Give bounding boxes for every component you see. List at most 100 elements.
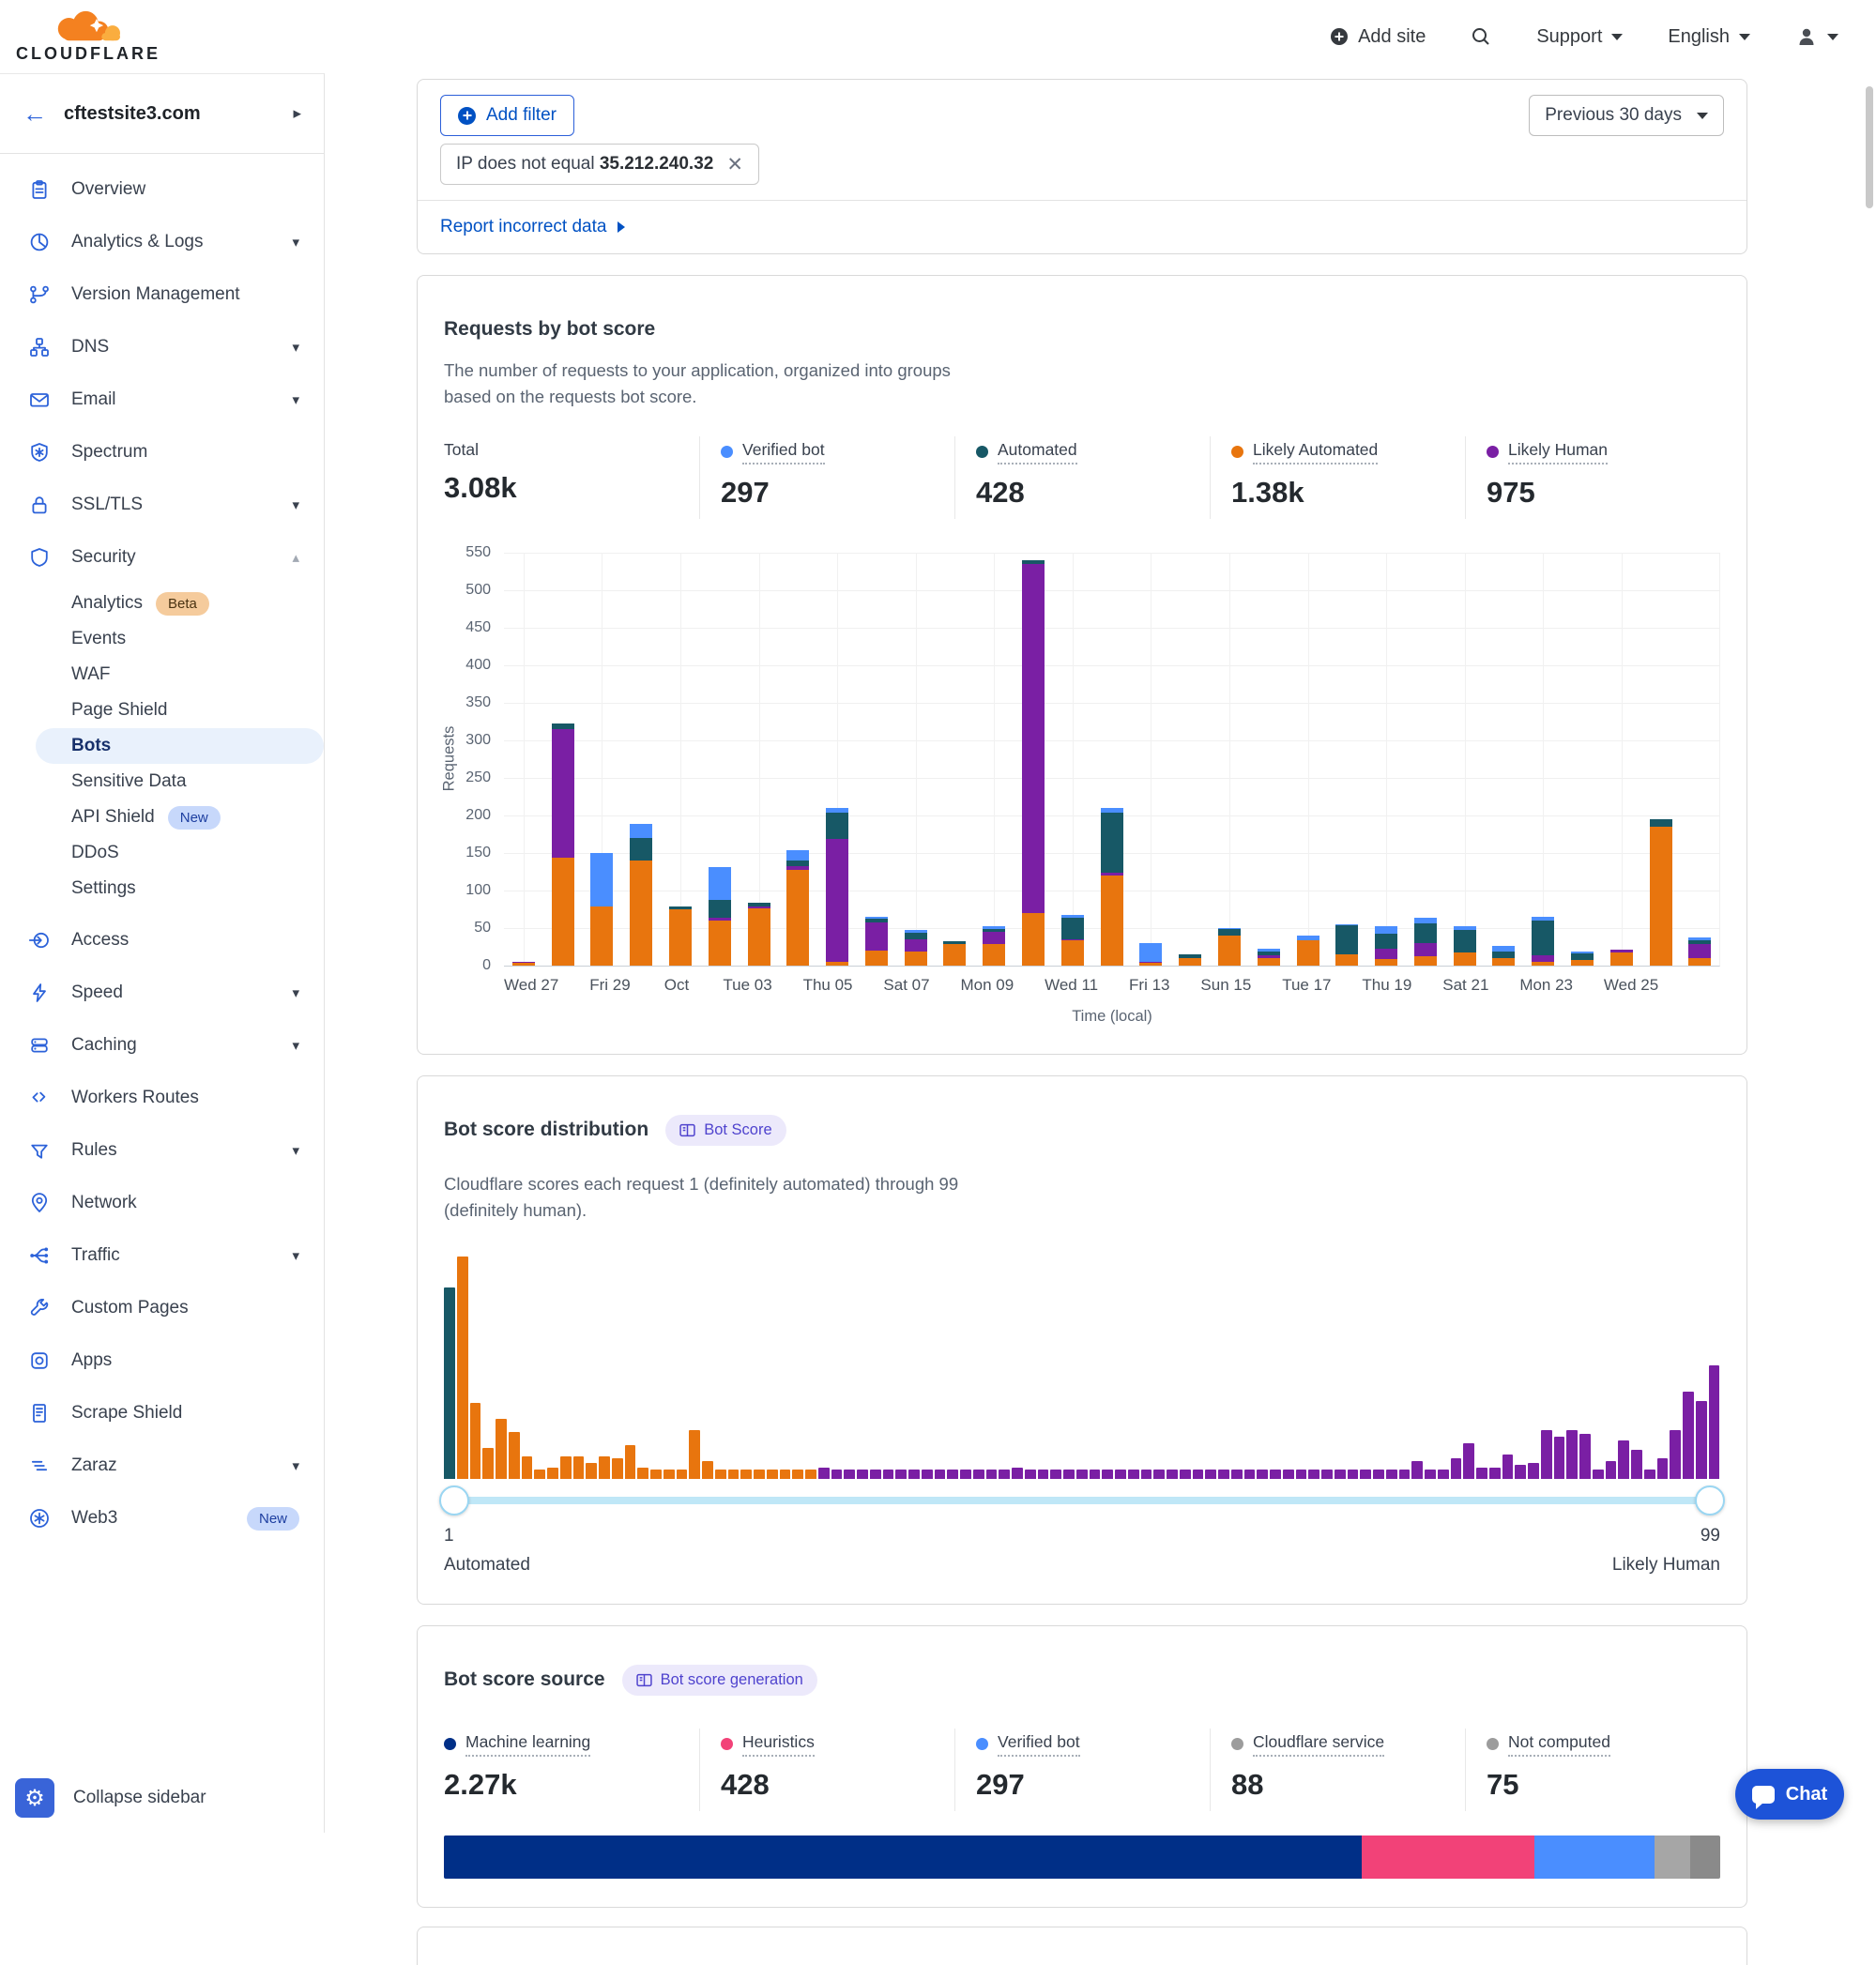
sidebar-item-scrape-shield[interactable]: Scrape Shield [0,1387,324,1439]
report-incorrect-data-link[interactable]: Report incorrect data [440,217,606,237]
remove-filter-icon[interactable]: ✕ [726,155,743,175]
source-segment-machine-learning [444,1836,1362,1879]
source-segment-cloudflare-service [1655,1836,1690,1879]
bar-segment-likely-human [1688,944,1711,958]
search-button[interactable] [1471,26,1491,47]
histogram-bar [1308,1470,1319,1478]
sidebar-item-api-shield[interactable]: API ShieldNew [0,800,324,835]
sidebar-item-label: Web3 [71,1508,226,1529]
language-menu[interactable]: English [1668,26,1750,48]
stat-likely-human: Likely Human975 [1465,436,1720,519]
sidebar-item-events[interactable]: Events [0,621,324,657]
bar-segment-likely-automated [1650,827,1672,966]
x-tick-label: Fri 29 [589,976,630,995]
sidebar-item-label: Scrape Shield [71,1403,299,1424]
plus-circle-icon [458,107,476,125]
bar-segment-likely-human [905,939,927,952]
sidebar-item-caching[interactable]: Caching▾ [0,1019,324,1072]
sidebar-item-traffic[interactable]: Traffic▾ [0,1229,324,1282]
sidebar-item-security[interactable]: Security▴ [0,531,324,584]
chevron-down-icon: ▾ [292,1457,299,1474]
filter-chip[interactable]: IP does not equal 35.212.240.32 ✕ [440,144,759,185]
histogram-bar [1012,1468,1023,1479]
sidebar-item-apps[interactable]: Apps [0,1334,324,1387]
account-menu[interactable] [1795,25,1838,48]
gear-icon[interactable]: ⚙ [15,1778,54,1818]
scrollbar-thumb[interactable] [1866,86,1873,208]
histogram-bar [818,1468,830,1479]
slider-handle-max[interactable] [1695,1485,1725,1516]
sidebar-item-page-shield[interactable]: Page Shield [0,693,324,728]
sidebar-item-version-management[interactable]: Version Management [0,268,324,321]
bar-segment-likely-automated [983,944,1005,965]
chart-bar-slot [1327,553,1366,966]
sidebar-item-rules[interactable]: Rules▾ [0,1124,324,1177]
chart-bar-slot [1406,553,1445,966]
chart-bar-slot [1053,553,1092,966]
sidebar-nav: OverviewAnalytics & Logs▾Version Managem… [0,154,324,1545]
x-tick-label [558,976,589,995]
histogram-bar [1411,1461,1423,1479]
sidebar-item-ddos[interactable]: DDoS [0,835,324,871]
bar-segment-likely-automated [1688,958,1711,966]
slider-handle-min[interactable] [439,1485,469,1516]
sidebar-item-sensitive-data[interactable]: Sensitive Data [0,764,324,800]
stacked-bar [1061,915,1084,966]
histogram-bar [1180,1470,1191,1478]
bar-segment-automated [1061,918,1084,938]
chat-button[interactable]: Chat [1735,1769,1844,1820]
sidebar-item-bots[interactable]: Bots [36,728,324,764]
stat-label: Not computed [1508,1732,1610,1757]
sidebar-item-workers-routes[interactable]: Workers Routes [0,1072,324,1124]
chart-bar-slot [1641,553,1681,966]
requests-by-bot-score-card: Requests by bot score The number of requ… [417,275,1747,1055]
back-arrow-icon[interactable]: ← [23,101,47,126]
sidebar-item-settings[interactable]: Settings [0,871,324,906]
sidebar-item-analytics[interactable]: AnalyticsBeta [0,586,324,621]
chart-bar-slot [661,553,700,966]
support-menu[interactable]: Support [1536,26,1623,48]
slider-track[interactable] [444,1497,1720,1504]
sidebar-item-overview[interactable]: Overview [0,163,324,216]
date-range-select[interactable]: Previous 30 days [1529,95,1724,136]
histogram-bar [586,1463,597,1479]
histogram-bar [1489,1468,1501,1479]
bar-segment-likely-automated [1218,936,1241,966]
sidebar-item-email[interactable]: Email▾ [0,373,324,426]
stat-label-row: Not computed [1487,1732,1720,1757]
sidebar-item-custom-pages[interactable]: Custom Pages [0,1282,324,1334]
network-icon [28,1192,51,1214]
add-filter-button[interactable]: Add filter [440,95,574,136]
chart-bar-slot [817,553,857,966]
stat-label-row: Machine learning [444,1732,699,1757]
sidebar-item-ssl-tls[interactable]: SSL/TLS▾ [0,479,324,531]
stat-label-row: Verified bot [976,1732,1210,1757]
bot-score-generation-badge[interactable]: Bot score generation [622,1665,817,1696]
collapse-sidebar-button[interactable]: ⚙ Collapse sidebar [15,1778,206,1818]
zaraz-icon [28,1455,51,1477]
bar-segment-likely-automated [1101,876,1123,966]
top-header: CLOUDFLARE Add site Support English [0,0,1876,73]
histogram-bar [1476,1468,1487,1479]
sidebar-item-web3[interactable]: Web3New [0,1492,324,1545]
histogram-bar [1244,1470,1256,1478]
sidebar-item-dns[interactable]: DNS▾ [0,321,324,373]
histogram-bar [1257,1470,1268,1478]
security-icon [28,546,51,569]
add-site-button[interactable]: Add site [1330,26,1426,48]
sidebar-item-analytics-logs[interactable]: Analytics & Logs▾ [0,216,324,268]
chevron-right-icon[interactable]: ▸ [293,104,301,123]
bar-segment-verified-bot [786,850,809,861]
sidebar-item-speed[interactable]: Speed▾ [0,967,324,1019]
y-tick-label: 500 [465,582,491,599]
sidebar-item-spectrum[interactable]: Spectrum [0,426,324,479]
sidebar-item-waf[interactable]: WAF [0,657,324,693]
sidebar-item-zaraz[interactable]: Zaraz▾ [0,1439,324,1492]
x-tick-label [1251,976,1282,995]
bot-score-badge[interactable]: Bot Score [665,1115,785,1146]
sidebar-item-network[interactable]: Network [0,1177,324,1229]
histogram-bar [1115,1470,1126,1478]
sidebar-item-access[interactable]: Access [0,914,324,967]
histogram-bar [1566,1430,1578,1479]
x-tick-label [1014,976,1045,995]
